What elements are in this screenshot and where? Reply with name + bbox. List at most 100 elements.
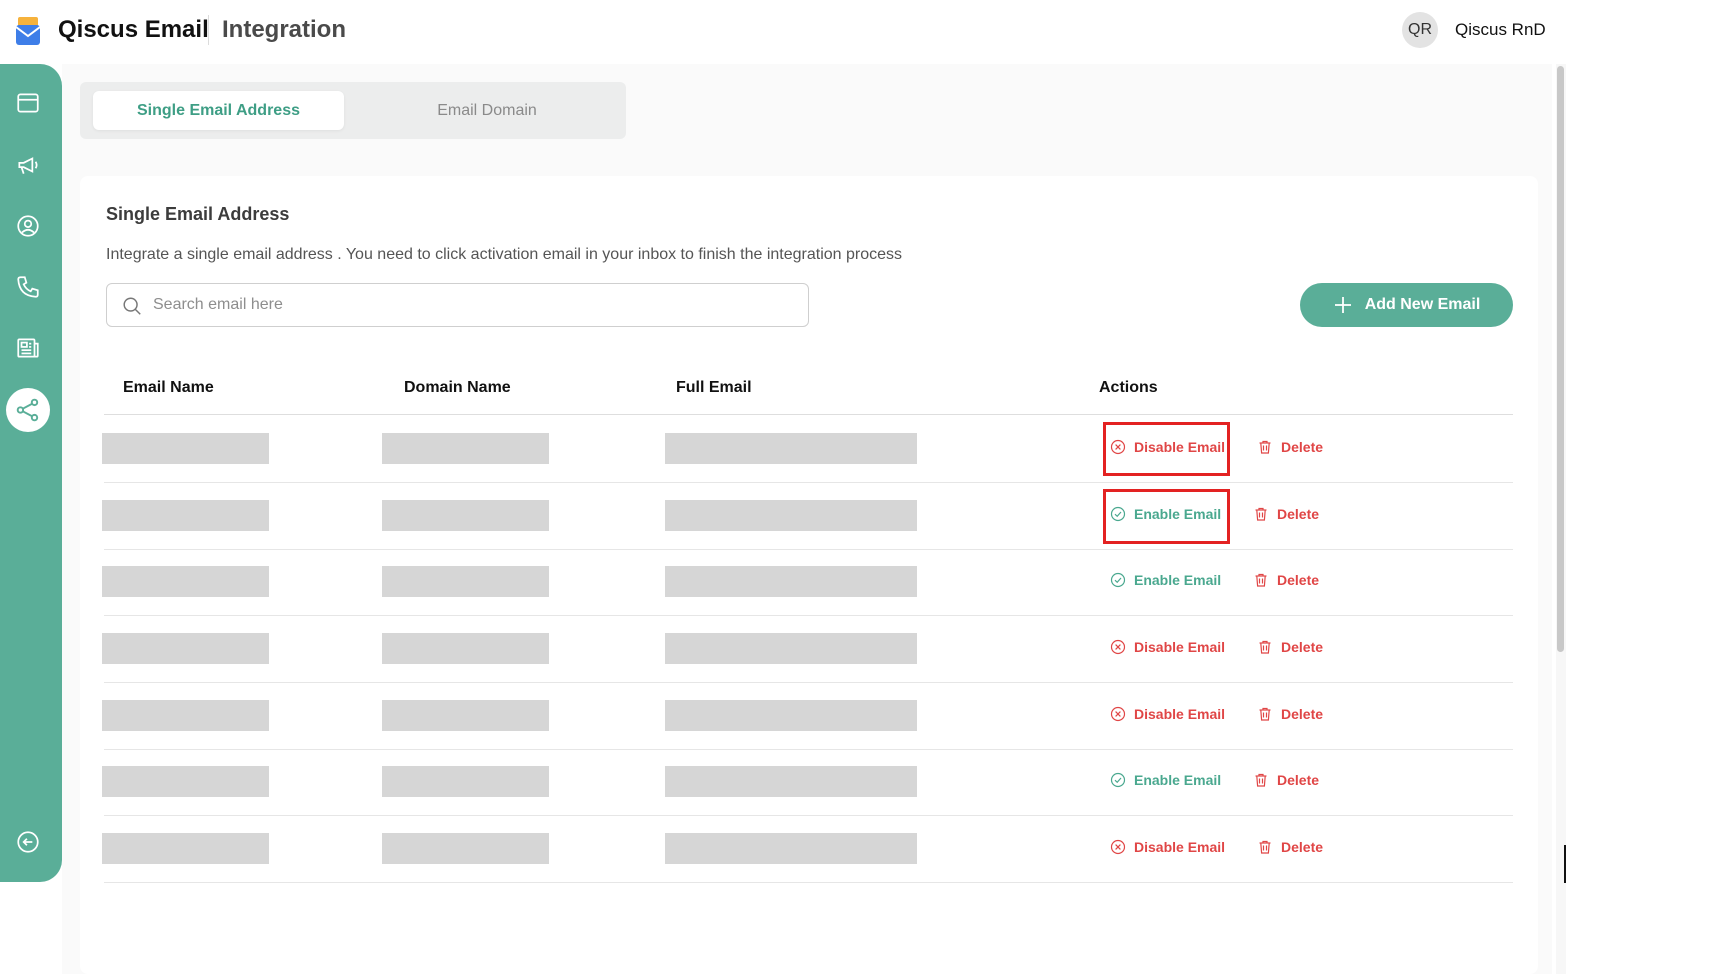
delete-label: Delete — [1277, 772, 1320, 788]
tab-email-domain[interactable]: Email Domain — [360, 91, 614, 130]
full-email-placeholder — [665, 633, 917, 664]
email-name-placeholder — [102, 633, 269, 664]
domain-name-placeholder — [382, 566, 549, 597]
enable-email-button[interactable]: Enable Email — [1110, 572, 1221, 588]
add-new-email-label: Add New Email — [1364, 296, 1481, 313]
newspaper-icon — [17, 338, 39, 358]
table-header: Email Name Domain Name Full Email Action… — [104, 366, 1513, 415]
delete-label: Delete — [1281, 639, 1324, 655]
text-cursor — [1564, 845, 1566, 883]
trash-icon — [1259, 440, 1271, 454]
user-name[interactable]: Qiscus RnD — [1455, 20, 1546, 40]
toggle-label: Enable Email — [1134, 772, 1222, 788]
sidebar-item-contacts[interactable] — [6, 204, 50, 248]
card-title: Single Email Address — [106, 204, 290, 224]
sidebar-item-inbox[interactable] — [6, 81, 50, 125]
megaphone-icon — [18, 157, 38, 174]
delete-label: Delete — [1277, 572, 1320, 588]
sidebar — [0, 64, 62, 882]
app-header: Qiscus Email Integration QR Qiscus RnD — [0, 0, 1728, 64]
email-name-placeholder — [102, 833, 269, 864]
window-icon — [17, 93, 39, 113]
enable-email-button[interactable]: Enable Email — [1110, 772, 1221, 788]
toggle-label: Disable Email — [1134, 639, 1226, 655]
sidebar-collapse-button[interactable] — [6, 820, 50, 864]
add-new-email-button[interactable]: Add New Email — [1300, 283, 1513, 327]
trash-icon — [1255, 507, 1267, 521]
trash-icon — [1255, 573, 1267, 587]
column-header-domain-name: Domain Name — [404, 379, 511, 396]
user-circle-icon — [17, 215, 39, 237]
card-description: Integrate a single email address . You n… — [106, 246, 903, 263]
delete-button[interactable]: Delete — [1253, 572, 1319, 588]
toggle-label: Disable Email — [1134, 839, 1226, 855]
trash-icon — [1259, 840, 1271, 854]
delete-button[interactable]: Delete — [1257, 439, 1323, 455]
disable-email-button[interactable]: Disable Email — [1110, 706, 1225, 722]
x-circle-icon — [1110, 706, 1126, 722]
table-row: Disable Email Delete — [102, 816, 1513, 883]
domain-name-placeholder — [382, 766, 549, 797]
tab-single-email-address[interactable]: Single Email Address — [93, 91, 344, 130]
delete-button[interactable]: Delete — [1253, 506, 1319, 522]
toggle-label: Enable Email — [1134, 572, 1222, 588]
domain-name-placeholder — [382, 433, 549, 464]
search-input[interactable] — [153, 284, 793, 326]
delete-label: Delete — [1281, 839, 1324, 855]
sidebar-item-integration[interactable] — [6, 388, 50, 432]
title-divider — [208, 15, 209, 45]
table-row: Disable Email Delete — [102, 683, 1513, 750]
delete-label: Delete — [1277, 506, 1320, 522]
app-title: Qiscus Email — [58, 16, 209, 43]
check-circle-icon — [1110, 572, 1126, 588]
delete-label: Delete — [1281, 439, 1324, 455]
delete-button[interactable]: Delete — [1257, 706, 1323, 722]
single-email-card: Single Email Address Integrate a single … — [80, 176, 1538, 974]
delete-button[interactable]: Delete — [1253, 772, 1319, 788]
search-box — [106, 283, 809, 327]
check-circle-icon — [1110, 772, 1126, 788]
scrollbar-thumb[interactable] — [1557, 66, 1564, 652]
email-name-placeholder — [102, 700, 269, 731]
table-row: Disable Email Delete — [102, 416, 1513, 483]
email-name-placeholder — [102, 500, 269, 531]
collapse-arrow-icon — [17, 831, 39, 853]
sidebar-item-reports[interactable] — [6, 326, 50, 370]
email-name-placeholder — [102, 766, 269, 797]
search-icon — [123, 297, 141, 315]
app-logo-icon — [16, 17, 40, 45]
email-name-placeholder — [102, 566, 269, 597]
highlight-box — [1103, 489, 1230, 544]
integration-tabs: Single Email Address Email Domain — [80, 82, 626, 139]
delete-label: Delete — [1281, 706, 1324, 722]
domain-name-placeholder — [382, 633, 549, 664]
table-row: Enable Email Delete — [102, 549, 1513, 616]
highlight-box — [1103, 422, 1230, 476]
domain-name-placeholder — [382, 833, 549, 864]
email-name-placeholder — [102, 433, 269, 464]
trash-icon — [1255, 773, 1267, 787]
disable-email-button[interactable]: Disable Email — [1110, 639, 1225, 655]
sidebar-item-broadcast[interactable] — [6, 143, 50, 187]
full-email-placeholder — [665, 433, 917, 464]
full-email-placeholder — [665, 833, 917, 864]
domain-name-placeholder — [382, 500, 549, 531]
domain-name-placeholder — [382, 700, 549, 731]
full-email-placeholder — [665, 766, 917, 797]
table-row: Enable Email Delete — [102, 749, 1513, 816]
x-circle-icon — [1110, 639, 1126, 655]
delete-button[interactable]: Delete — [1257, 839, 1323, 855]
table-row: Disable Email Delete — [102, 616, 1513, 683]
user-avatar[interactable]: QR — [1402, 12, 1438, 48]
share-icon — [16, 398, 39, 422]
table-row: Enable Email Delete — [102, 483, 1513, 550]
column-header-full-email: Full Email — [676, 379, 752, 396]
toggle-label: Disable Email — [1134, 706, 1226, 722]
x-circle-icon — [1110, 839, 1126, 855]
full-email-placeholder — [665, 566, 917, 597]
disable-email-button[interactable]: Disable Email — [1110, 839, 1225, 855]
sidebar-item-calls[interactable] — [6, 265, 50, 309]
delete-button[interactable]: Delete — [1257, 639, 1323, 655]
trash-icon — [1259, 707, 1271, 721]
full-email-placeholder — [665, 500, 917, 531]
